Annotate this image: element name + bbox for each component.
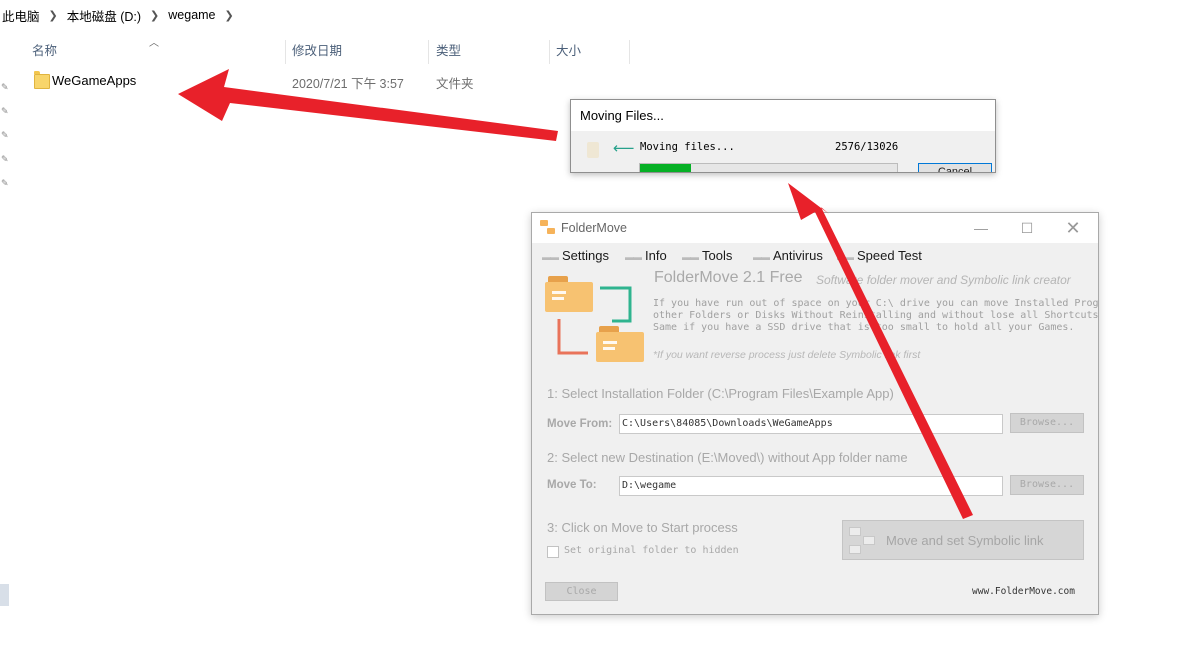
progress-fill — [640, 164, 691, 172]
website-link[interactable]: www.FolderMove.com — [972, 586, 1075, 597]
hidden-checkbox-label[interactable]: Set original folder to hidden — [564, 545, 739, 556]
browse-from-button[interactable]: Browse... — [1010, 413, 1084, 433]
foldermove-logo — [542, 271, 652, 363]
foldermove-app-icon — [540, 220, 555, 235]
step2-label: 2: Select new Destination (E:\Moved\) wi… — [547, 450, 908, 465]
menu-grip-icon: ▬▬ — [682, 252, 699, 262]
moving-files-dialog: Moving Files... ⟵ Moving files... 2576/1… — [570, 99, 996, 173]
menu-grip-icon: ▬▬ — [542, 252, 559, 262]
quick-access-pins: ✎ ✎ ✎ ✎ ✎ — [0, 83, 9, 204]
breadcrumb-drive-d[interactable]: 本地磁盘 (D:) — [65, 6, 143, 25]
cancel-button[interactable]: Cancel — [918, 163, 992, 172]
move-from-label: Move From: — [547, 418, 613, 430]
column-name[interactable]: 名称 — [26, 36, 284, 66]
menu-label: Tools — [702, 248, 733, 263]
column-divider[interactable] — [629, 40, 630, 64]
hidden-checkbox[interactable] — [547, 546, 559, 558]
breadcrumb-wegame[interactable]: wegame — [166, 8, 217, 22]
move-to-input[interactable]: D:\wegame — [619, 476, 1003, 496]
chevron-right-icon[interactable]: ❯ — [42, 9, 65, 22]
move-folders-icon — [849, 525, 877, 555]
maximize-icon[interactable]: ☐ — [1004, 213, 1050, 243]
menu-label: Settings — [562, 248, 609, 263]
pin-icon[interactable]: ✎ — [1, 155, 9, 164]
description-line: other Folders or Disks Without Reinstall… — [653, 310, 1099, 321]
step1-label: 1: Select Installation Folder (C:\Progra… — [547, 386, 894, 401]
description-line: Same if you have a SSD drive that is too… — [653, 322, 1075, 333]
pin-icon[interactable]: ✎ — [1, 83, 9, 92]
pin-icon[interactable]: ✎ — [1, 131, 9, 140]
file-row-wegameapps[interactable]: WeGameApps 2020/7/21 下午 3:57 文件夹 — [26, 69, 626, 93]
app-subheading: Software folder mover and Symbolic link … — [816, 273, 1071, 287]
move-from-input[interactable]: C:\Users\84085\Downloads\WeGameApps — [619, 414, 1003, 434]
move-and-link-label: Move and set Symbolic link — [886, 533, 1044, 548]
menu-grip-icon: ▬▬ — [837, 252, 854, 262]
dialog-title: Moving Files... — [580, 108, 664, 123]
pin-icon[interactable]: ✎ — [1, 179, 9, 188]
pin-icon[interactable]: ✎ — [1, 107, 9, 116]
column-type[interactable]: 类型 — [430, 36, 548, 66]
move-to-label: Move To: — [547, 479, 597, 491]
file-list-header: ︿ 名称 修改日期 类型 大小 — [0, 36, 640, 66]
moving-count: 2576/13026 — [835, 141, 899, 153]
arrow-left-icon: ⟵ — [613, 140, 635, 157]
app-heading: FolderMove 2.1 Free — [654, 269, 803, 286]
file-name: WeGameApps — [52, 73, 137, 88]
menu-antivirus[interactable]: ▬▬ Antivirus — [753, 248, 823, 263]
app-description: If you have run out of space on your C:\… — [653, 298, 1099, 334]
document-icon — [587, 142, 599, 158]
reverse-note: *If you want reverse process just delete… — [653, 349, 921, 361]
file-modified-date: 2020/7/21 下午 3:57 — [292, 77, 404, 91]
folder-icon — [34, 71, 50, 89]
step3-label: 3: Click on Move to Start process — [547, 520, 738, 535]
close-icon[interactable]: ✕ — [1050, 213, 1096, 243]
column-date[interactable]: 修改日期 — [286, 36, 428, 66]
column-divider[interactable] — [428, 40, 429, 64]
minimize-icon[interactable]: — — [958, 213, 1004, 243]
progress-bar — [639, 163, 898, 172]
move-and-link-button[interactable]: Move and set Symbolic link — [842, 520, 1084, 560]
foldermove-window: FolderMove — ☐ ✕ ▬▬ Settings ▬▬ Info ▬▬ Too… — [531, 212, 1099, 615]
description-line: If you have run out of space on your C:\… — [653, 298, 1099, 309]
chevron-right-icon[interactable]: ❯ — [143, 9, 166, 22]
moving-status: Moving files... — [640, 141, 735, 153]
menu-label: Info — [645, 248, 667, 263]
breadcrumb: 此电脑 ❯ 本地磁盘 (D:) ❯ wegame ❯ — [0, 0, 1178, 30]
browse-to-button[interactable]: Browse... — [1010, 475, 1084, 495]
nav-pane-selection[interactable] — [0, 584, 9, 606]
menu-label: Speed Test — [857, 248, 922, 263]
dialog-body: ⟵ Moving files... 2576/13026 Cancel — [571, 131, 995, 172]
chevron-right-icon[interactable]: ❯ — [218, 9, 241, 22]
menu-settings[interactable]: ▬▬ Settings — [542, 248, 609, 263]
window-title: FolderMove — [561, 221, 627, 235]
link-lines-icon — [557, 286, 632, 355]
file-type: 文件夹 — [436, 77, 474, 91]
breadcrumb-this-pc[interactable]: 此电脑 — [0, 6, 42, 25]
foldermove-menubar: ▬▬ Settings ▬▬ Info ▬▬ Tools ▬▬ Antivirus ▬▬… — [532, 243, 1098, 267]
foldermove-titlebar[interactable]: FolderMove — ☐ ✕ — [532, 213, 1098, 243]
menu-speed-test[interactable]: ▬▬ Speed Test — [837, 248, 922, 263]
menu-tools[interactable]: ▬▬ Tools — [682, 248, 732, 263]
menu-grip-icon: ▬▬ — [625, 252, 642, 262]
column-size[interactable]: 大小 — [550, 36, 628, 66]
close-button[interactable]: Close — [545, 582, 618, 601]
menu-grip-icon: ▬▬ — [753, 252, 770, 262]
menu-info[interactable]: ▬▬ Info — [625, 248, 667, 263]
menu-label: Antivirus — [773, 248, 823, 263]
